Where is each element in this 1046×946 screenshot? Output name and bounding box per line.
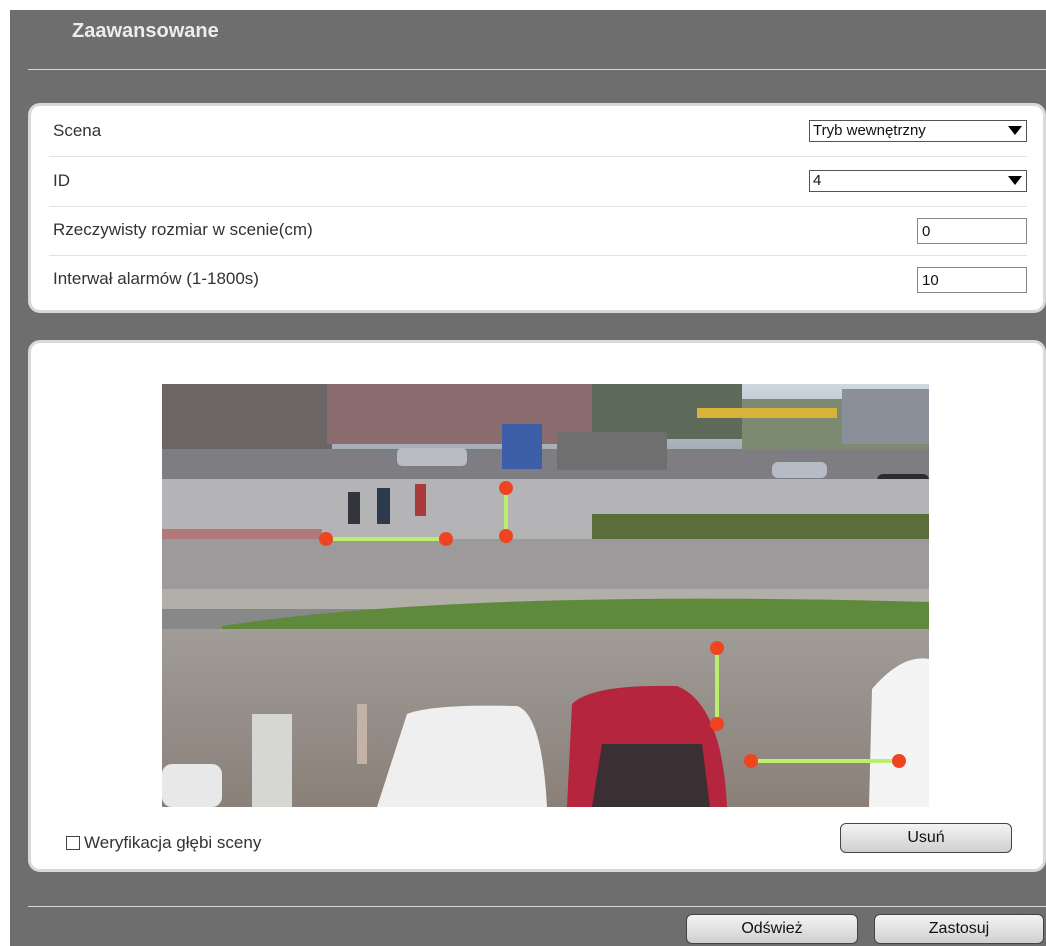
chevron-down-icon xyxy=(1008,126,1022,135)
building-center xyxy=(327,384,592,444)
scene-row: Scena Tryb wewnętrzny xyxy=(49,108,1027,157)
pedestrian xyxy=(415,484,426,516)
marker-point[interactable] xyxy=(892,754,906,768)
pedestrian xyxy=(377,488,390,524)
post-box xyxy=(252,714,292,807)
page-title: Zaawansowane xyxy=(72,20,219,42)
footer-divider xyxy=(28,906,1046,907)
marker-point[interactable] xyxy=(744,754,758,768)
building-right xyxy=(842,389,929,444)
hedge xyxy=(592,514,929,539)
marker-point[interactable] xyxy=(710,717,724,731)
scene-canvas-panel: Weryfikacja głębi sceny Usuń xyxy=(28,340,1046,872)
scene-label: Scena xyxy=(53,121,102,140)
alarm-interval-input[interactable] xyxy=(917,267,1027,293)
marker-point[interactable] xyxy=(499,529,513,543)
depth-check-label: Weryfikacja głębi sceny xyxy=(84,833,262,852)
settings-panel: Scena Tryb wewnętrzny ID 4 Rzeczywisty r… xyxy=(28,103,1046,313)
marker-point[interactable] xyxy=(710,641,724,655)
id-row: ID 4 xyxy=(49,158,1027,207)
alarm-interval-label: Interwał alarmów (1-1800s) xyxy=(53,269,259,288)
scene-select[interactable]: Tryb wewnętrzny xyxy=(809,120,1027,142)
camera-preview[interactable] xyxy=(162,384,929,807)
truck-cab xyxy=(502,424,542,469)
page: Zaawansowane Scena Tryb wewnętrzny ID 4 … xyxy=(10,10,1046,946)
car xyxy=(397,448,467,466)
camera-scene xyxy=(162,384,929,807)
scene-select-value: Tryb wewnętrzny xyxy=(813,122,926,139)
depth-check-checkbox[interactable] xyxy=(66,836,80,850)
header-divider xyxy=(28,69,1046,70)
red-car-windshield xyxy=(592,744,710,807)
chevron-down-icon xyxy=(1008,176,1022,185)
id-select-value: 4 xyxy=(813,172,822,189)
real-size-input[interactable] xyxy=(917,218,1027,244)
truck-trailer xyxy=(557,432,667,470)
apply-button[interactable]: Zastosuj xyxy=(874,914,1044,944)
id-select[interactable]: 4 xyxy=(809,170,1027,192)
real-size-label: Rzeczywisty rozmiar w scenie(cm) xyxy=(53,220,313,239)
building-left xyxy=(162,384,332,454)
marker-point[interactable] xyxy=(439,532,453,546)
id-label: ID xyxy=(53,171,70,190)
delete-button[interactable]: Usuń xyxy=(840,823,1012,853)
bollard xyxy=(357,704,367,764)
refresh-button[interactable]: Odśwież xyxy=(686,914,858,944)
gas-station-roof xyxy=(697,408,837,418)
marker-point[interactable] xyxy=(319,532,333,546)
car xyxy=(772,462,827,478)
alarm-interval-row: Interwał alarmów (1-1800s) xyxy=(49,256,1027,304)
depth-check[interactable]: Weryfikacja głębi sceny xyxy=(66,833,261,853)
car xyxy=(162,764,222,807)
real-size-row: Rzeczywisty rozmiar w scenie(cm) xyxy=(49,207,1027,256)
pedestrian xyxy=(348,492,360,524)
marker-point[interactable] xyxy=(499,481,513,495)
